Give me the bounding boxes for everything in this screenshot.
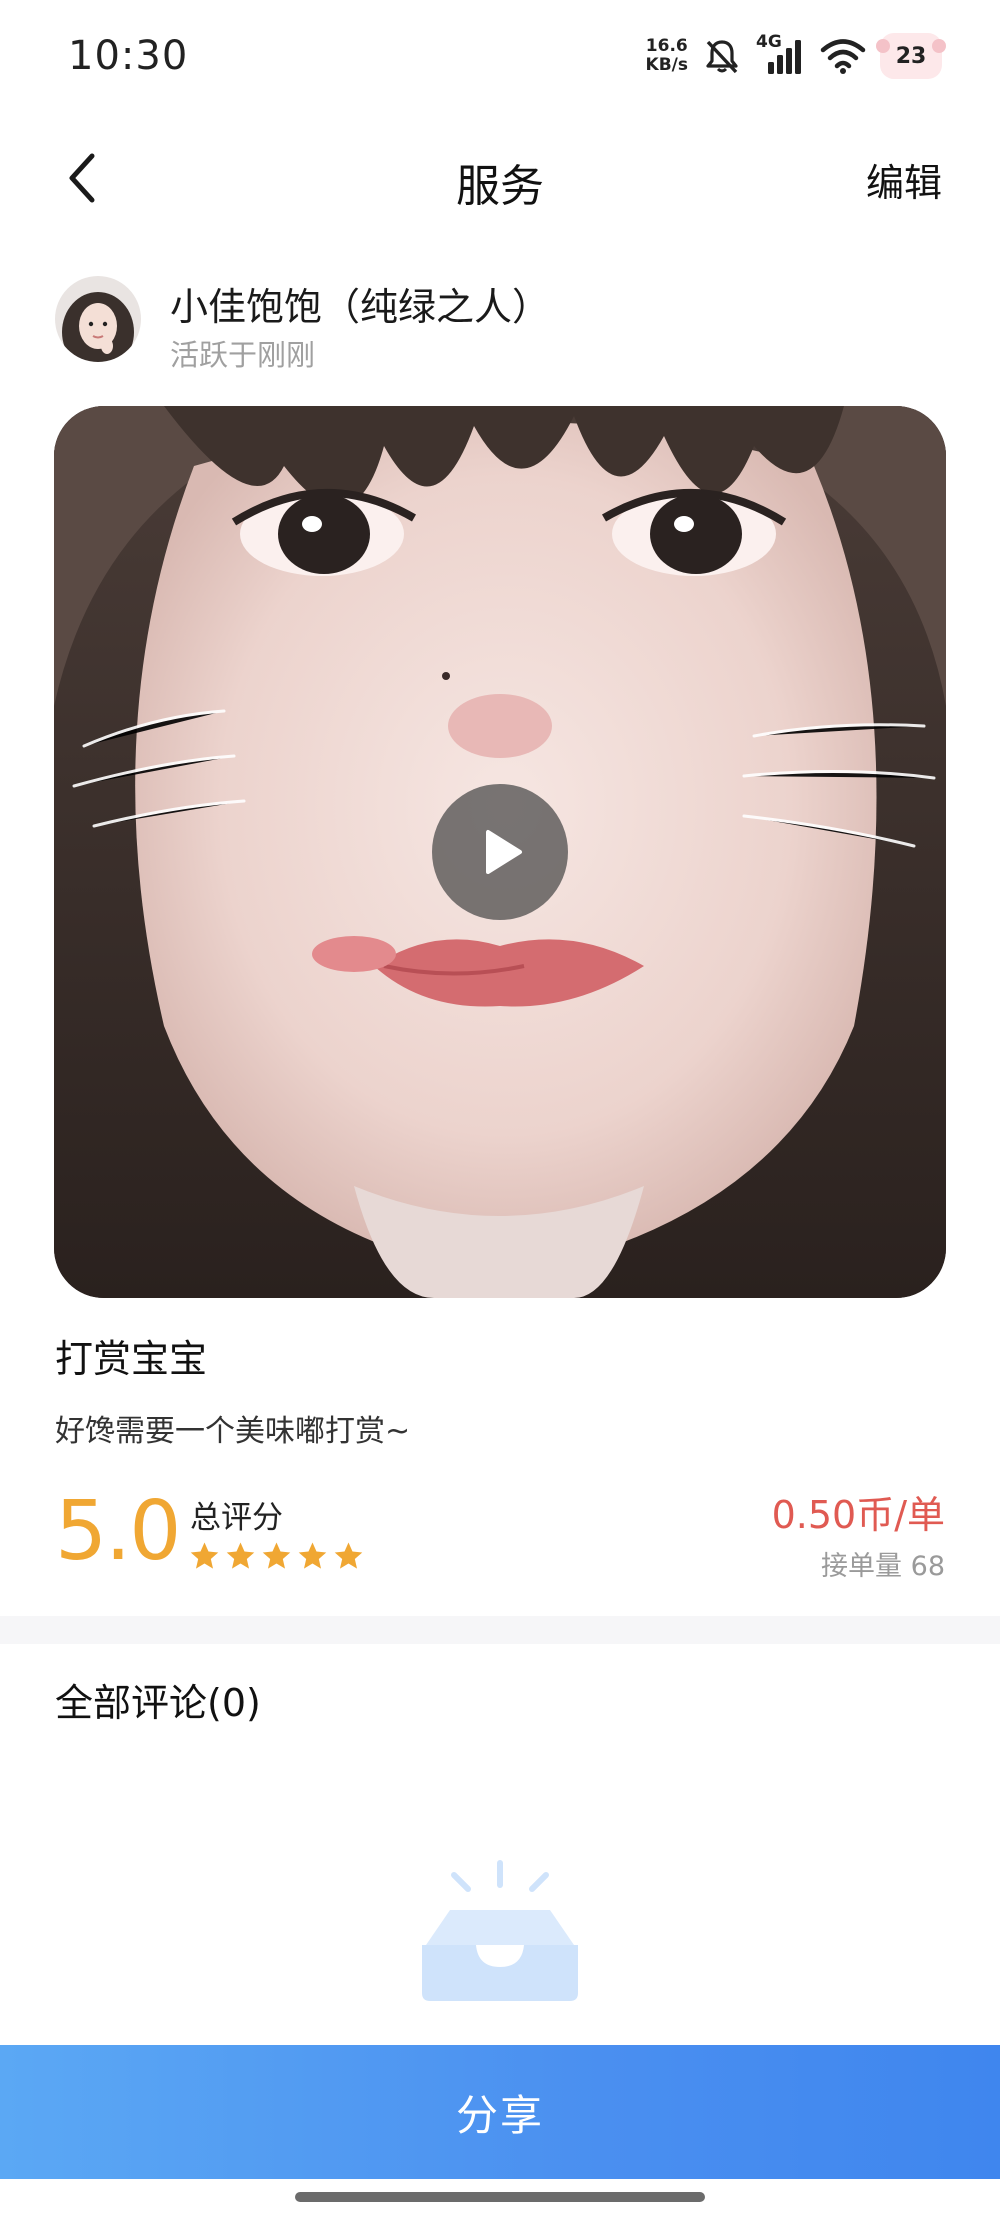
network-speed: 16.6 KB/s [646, 37, 688, 75]
play-icon [486, 830, 522, 874]
chevron-left-icon [69, 153, 95, 203]
star-icon [334, 1542, 363, 1569]
signal-bars-icon [768, 40, 801, 74]
back-button[interactable] [52, 148, 108, 208]
edit-button[interactable]: 编辑 [866, 152, 942, 207]
network-speed-value: 16.6 [645, 36, 688, 56]
home-indicator[interactable] [295, 2192, 705, 2202]
order-count-value: 68 [910, 1551, 945, 1582]
avatar[interactable] [55, 276, 141, 362]
battery-level: 23 [895, 43, 927, 69]
status-bar: 10:30 16.6 KB/s 4G 23 [0, 0, 1000, 115]
rating-score: 5.0 [55, 1484, 181, 1579]
wifi-icon [820, 39, 866, 74]
battery-indicator: 23 [876, 33, 946, 79]
nav-bar: 服务 编辑 [0, 130, 1000, 224]
section-divider [0, 1616, 1000, 1644]
network-speed-unit: KB/s [645, 55, 688, 75]
star-icon [190, 1542, 219, 1569]
comments-title: 全部评论(0) [55, 1681, 261, 1725]
service-title: 打赏宝宝 [55, 1337, 208, 1381]
user-info[interactable]: 小佳饱饱（纯绿之人） 活跃于刚刚 [55, 276, 945, 372]
rating-stars [188, 1540, 365, 1573]
star-icon [298, 1542, 327, 1569]
cellular-signal: 4G [756, 32, 806, 76]
avatar-image [55, 276, 141, 362]
service-price: 0.50币/单 [771, 1493, 945, 1537]
empty-inbox-icon [410, 1855, 590, 2005]
user-name[interactable]: 小佳饱饱（纯绿之人） [170, 276, 550, 331]
star-icon [226, 1542, 255, 1569]
share-label: 分享 [455, 2090, 544, 2140]
status-time: 10:30 [68, 33, 189, 79]
share-button[interactable]: 分享 [0, 2045, 1000, 2179]
page-title: 服务 [456, 161, 544, 212]
play-button[interactable] [432, 784, 568, 920]
order-count: 接单量 68 [821, 1544, 945, 1583]
status-icons: 16.6 KB/s 4G 23 [646, 30, 946, 82]
service-video[interactable] [54, 406, 946, 1298]
mute-bell-icon [706, 40, 738, 74]
service-description: 好馋需要一个美味嘟打赏~ [55, 1414, 411, 1449]
star-icon [262, 1542, 291, 1569]
user-active-status: 活跃于刚刚 [170, 338, 316, 372]
rating-label: 总评分 [190, 1500, 283, 1536]
order-count-label: 接单量 [821, 1551, 903, 1582]
